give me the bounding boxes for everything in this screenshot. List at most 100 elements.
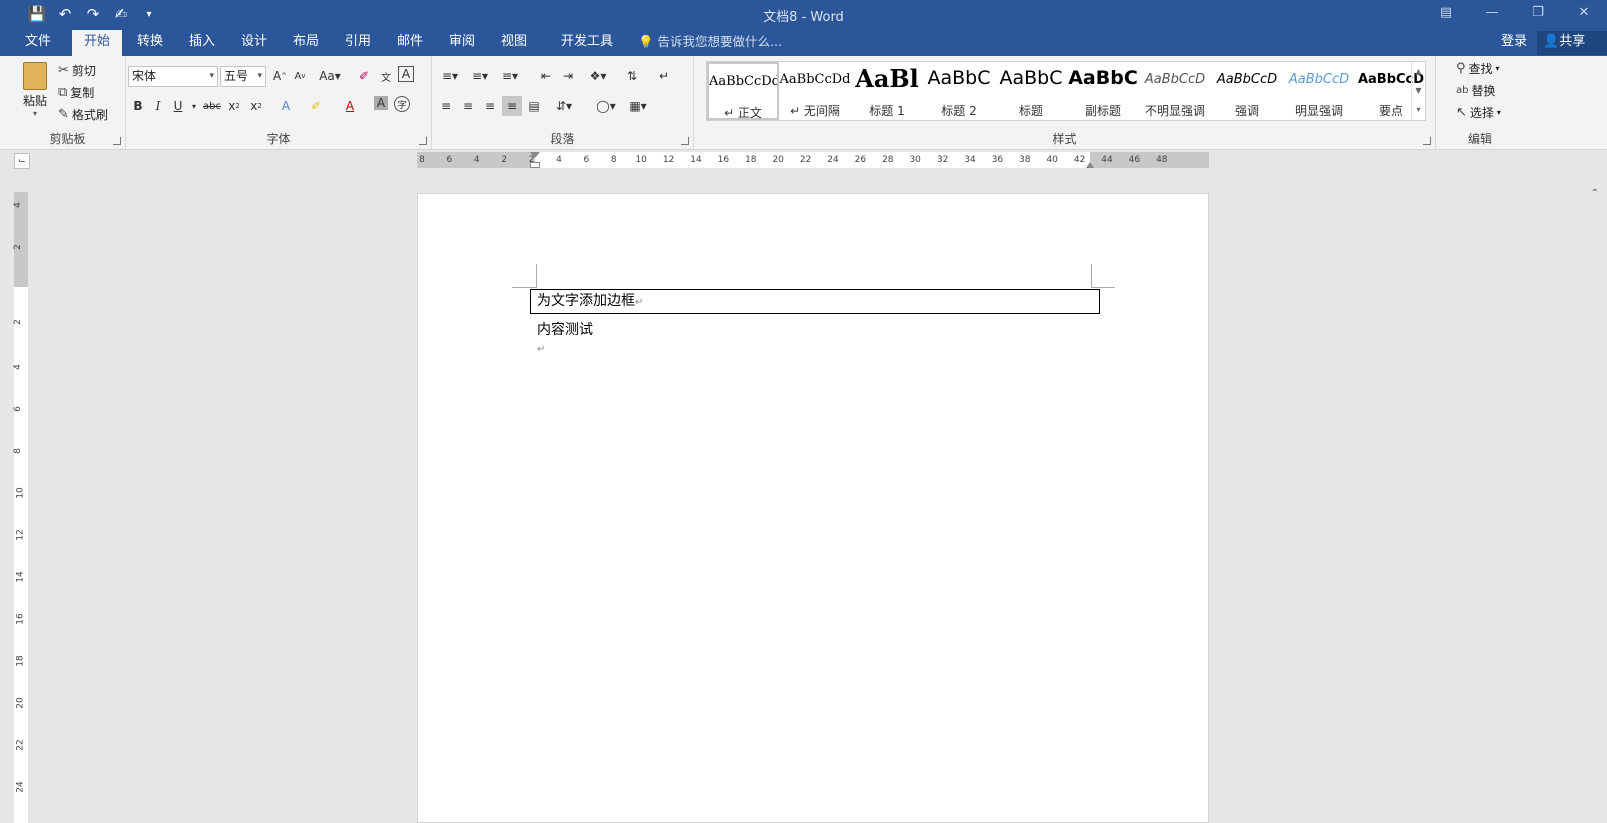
style-no-spacing[interactable]: AaBbCcDd ↵ 无间隔 <box>779 62 851 120</box>
chevron-down-icon: ▾ <box>209 71 214 81</box>
text-effects-icon[interactable]: A <box>276 96 296 116</box>
tell-me-box[interactable]: 💡 告诉我您想要做什么... <box>638 30 782 56</box>
numbering-icon[interactable]: ≡▾ <box>466 66 494 86</box>
italic-icon[interactable]: I <box>148 96 168 116</box>
strikethrough-icon[interactable]: abc <box>202 96 222 116</box>
tab-selector[interactable]: ⌙ <box>14 153 30 169</box>
right-indent-marker[interactable] <box>1086 162 1094 168</box>
chinese-layout-icon[interactable]: ❖▾ <box>584 66 612 86</box>
shrink-font-icon[interactable]: Av <box>290 66 310 86</box>
tab-insert[interactable]: 插入 <box>178 30 226 56</box>
borders-icon[interactable]: ▦▾ <box>624 96 652 116</box>
font-size-combo[interactable]: 五号 ▾ <box>220 66 266 87</box>
sort-icon[interactable]: ⇅ <box>622 66 642 86</box>
chevron-down-icon[interactable]: ▼ <box>1412 81 1425 100</box>
phonetic-guide-icon[interactable]: 文 <box>376 66 396 86</box>
tab-view[interactable]: 视图 <box>490 30 538 56</box>
enclose-characters-icon[interactable]: 字 <box>394 96 410 112</box>
find-button[interactable]: ⚲ 查找 ▾ <box>1456 60 1500 77</box>
tab-developer[interactable]: 开发工具 <box>554 30 620 56</box>
style-subtle-emphasis[interactable]: AaBbCcD 不明显强调 <box>1139 62 1211 120</box>
vertical-ruler[interactable]: 4 2 2 4 6 8 10 12 14 16 18 20 22 24 <box>12 192 28 823</box>
distributed-icon[interactable]: ▤ <box>524 96 544 116</box>
paste-button[interactable]: 粘贴 ▾ <box>18 62 52 122</box>
document-page[interactable]: 为文字添加边框↵ 内容测试 ↵ <box>417 193 1209 823</box>
dialog-launcher-icon[interactable] <box>681 137 689 145</box>
character-border-icon[interactable]: A <box>398 66 414 82</box>
show-marks-icon[interactable]: ↵ <box>654 66 674 86</box>
ribbon: 粘贴 ▾ ✂ 剪切 ⧉ 复制 ✎ 格式刷 剪贴板 宋体 ▾ 五号 ▾ A ^ Av Aa▾ … <box>0 56 1607 199</box>
ruler-tick-label: 12 <box>15 529 26 541</box>
format-painter-button[interactable]: ✎ 格式刷 <box>58 106 108 123</box>
select-button[interactable]: ↖ 选择 ▾ <box>1456 104 1501 121</box>
bordered-paragraph[interactable]: 为文字添加边框↵ <box>530 289 1100 314</box>
subscript-icon[interactable]: x2 <box>224 96 244 116</box>
replace-button[interactable]: ab 替换 <box>1456 82 1496 99</box>
chevron-up-icon[interactable]: ▲ <box>1412 62 1425 81</box>
dialog-launcher-icon[interactable] <box>419 137 427 145</box>
style-title[interactable]: AaBbC 标题 <box>995 62 1067 120</box>
style-heading-1[interactable]: AaBl 标题 1 <box>851 62 923 120</box>
ruler-tick-label: 2 <box>12 319 23 325</box>
font-color-icon[interactable]: A <box>340 96 360 116</box>
justify-icon[interactable]: ≡ <box>502 96 522 116</box>
horizontal-ruler[interactable]: 8 6 4 2 2 4 6 8 10 12 14 16 18 20 22 24 26 28 30 32 34 36 38 40… <box>417 152 1209 168</box>
change-case-icon[interactable]: Aa▾ <box>316 66 344 86</box>
login-link[interactable]: 登录 <box>1501 30 1527 54</box>
collapse-ribbon-icon[interactable]: ⌃ <box>1591 188 1599 199</box>
tab-review[interactable]: 审阅 <box>438 30 486 56</box>
ruler-tick-label: 16 <box>15 613 26 625</box>
restore-icon[interactable]: ❐ <box>1515 0 1561 24</box>
chevron-down-icon[interactable]: ▾ <box>184 96 204 116</box>
style-subtitle[interactable]: AaBbC 副标题 <box>1067 62 1139 120</box>
first-line-indent-marker[interactable] <box>530 152 540 158</box>
character-shading-icon[interactable]: A <box>374 96 388 110</box>
tab-file[interactable]: 文件 <box>14 30 62 56</box>
tab-layout[interactable]: 布局 <box>282 30 330 56</box>
tab-convert[interactable]: 转换 <box>126 30 174 56</box>
copy-label: 复制 <box>70 86 95 100</box>
paragraph[interactable]: 内容测试 <box>537 319 593 339</box>
highlight-icon[interactable]: ✐ <box>306 96 326 116</box>
superscript-icon[interactable]: x2 <box>246 96 266 116</box>
dialog-launcher-icon[interactable] <box>1423 137 1431 145</box>
increase-indent-icon[interactable]: ⇥ <box>558 66 578 86</box>
bullets-icon[interactable]: ≡▾ <box>436 66 464 86</box>
bold-icon[interactable]: B <box>128 96 148 116</box>
more-styles-icon[interactable]: ▾ <box>1412 100 1425 119</box>
font-name-value: 宋体 <box>132 69 157 83</box>
close-icon[interactable]: ✕ <box>1561 0 1607 24</box>
multilevel-list-icon[interactable]: ≡▾ <box>496 66 524 86</box>
style-heading-2[interactable]: AaBbC 标题 2 <box>923 62 995 120</box>
dialog-launcher-icon[interactable] <box>113 137 121 145</box>
style-emphasis[interactable]: AaBbCcD 强调 <box>1211 62 1283 120</box>
empty-paragraph[interactable]: ↵ <box>537 340 545 356</box>
align-center-icon[interactable]: ≡ <box>458 96 478 116</box>
cut-button[interactable]: ✂ 剪切 <box>58 62 96 79</box>
font-name-combo[interactable]: 宋体 ▾ <box>128 66 218 87</box>
hanging-indent-marker[interactable] <box>530 162 540 168</box>
align-right-icon[interactable]: ≡ <box>480 96 500 116</box>
decrease-indent-icon[interactable]: ⇤ <box>536 66 556 86</box>
copy-button[interactable]: ⧉ 复制 <box>58 84 94 101</box>
share-button[interactable]: 👤共享 <box>1537 31 1607 55</box>
style-intense-emphasis[interactable]: AaBbCcD 明显强调 <box>1283 62 1355 120</box>
tab-mailings[interactable]: 邮件 <box>386 30 434 56</box>
line-spacing-icon[interactable]: ⇵▾ <box>550 96 578 116</box>
tab-home[interactable]: 开始 <box>72 30 122 56</box>
grow-font-icon[interactable]: A ^ <box>270 66 290 86</box>
style-name: ↵ 正文 <box>724 106 762 120</box>
style-preview: AaBbC <box>927 67 991 89</box>
tab-references[interactable]: 引用 <box>334 30 382 56</box>
font-group: 宋体 ▾ 五号 ▾ A ^ Av Aa▾ ✐ 文 A B I U ▾ abc x2 x… <box>126 56 432 150</box>
shading-icon[interactable]: ◯▾ <box>592 96 620 116</box>
ruler-tick-label: 30 <box>909 155 921 165</box>
style-normal[interactable]: AaBbCcDd ↵ 正文 <box>707 62 779 120</box>
ruler-tick-label: 6 <box>446 155 453 165</box>
align-left-icon[interactable]: ≡ <box>436 96 456 116</box>
ribbon-display-options-icon[interactable]: ▤ <box>1423 0 1469 24</box>
clear-formatting-icon[interactable]: ✐ <box>354 66 374 86</box>
tab-design[interactable]: 设计 <box>230 30 278 56</box>
styles-gallery-scroll[interactable]: ▲ ▼ ▾ <box>1411 62 1425 120</box>
minimize-icon[interactable]: — <box>1469 0 1515 24</box>
